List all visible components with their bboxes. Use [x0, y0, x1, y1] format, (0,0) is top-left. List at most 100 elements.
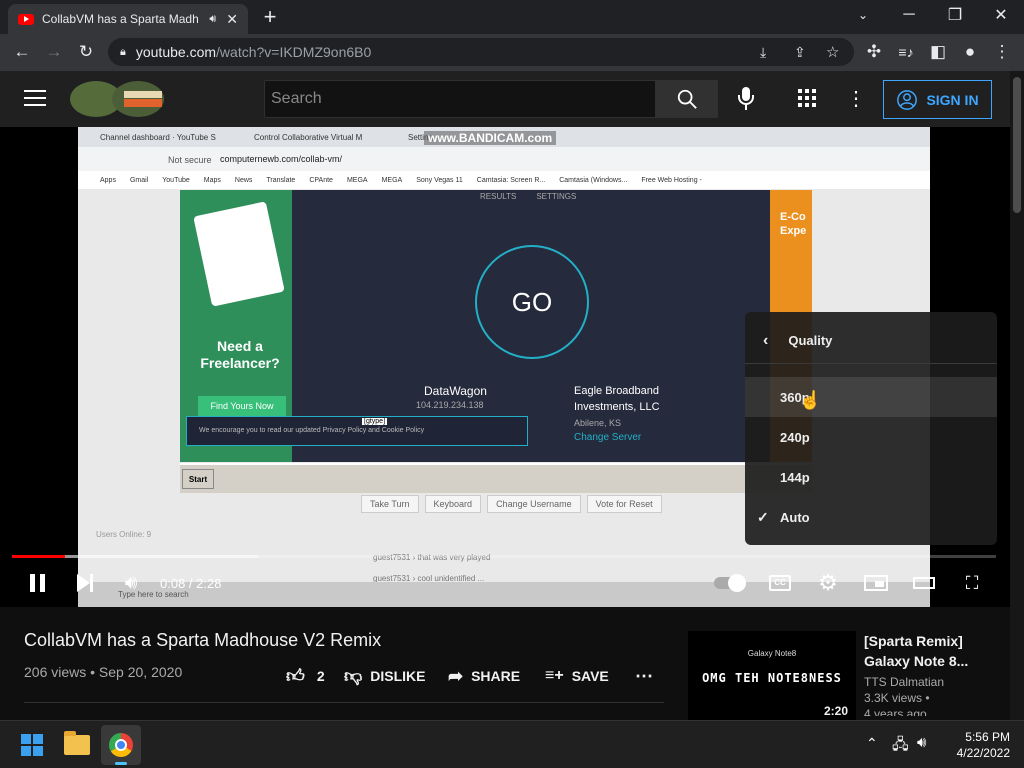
- share-label: SHARE: [471, 668, 521, 684]
- share-button[interactable]: ➦ SHARE: [448, 664, 520, 688]
- extensions-puzzle-icon[interactable]: ✣: [858, 36, 890, 68]
- volume-icon[interactable]: 🔊︎: [118, 570, 144, 596]
- install-app-icon[interactable]: ⤓: [760, 44, 766, 61]
- video-player[interactable]: Channel dashboard · YouTube S Control Co…: [0, 127, 1010, 607]
- clock-time: 5:56 PM: [965, 730, 1010, 744]
- windows-start-icon[interactable]: [21, 734, 43, 756]
- ad-button: Find Yours Now: [198, 396, 286, 416]
- close-window-button[interactable]: ✕: [978, 0, 1024, 30]
- youtube-favicon-icon: [18, 13, 34, 25]
- quality-option-240p[interactable]: 240p: [745, 417, 997, 457]
- quality-option-360p[interactable]: 360p: [745, 377, 997, 417]
- captions-icon[interactable]: CC: [768, 570, 792, 596]
- tab-search-chevron-icon[interactable]: ⌄: [840, 0, 886, 30]
- pause-button[interactable]: [24, 570, 50, 596]
- file-explorer-icon[interactable]: [64, 731, 90, 755]
- chrome-menu-icon[interactable]: ⋮: [986, 36, 1018, 68]
- search-button[interactable]: [656, 80, 718, 118]
- account-circle-icon: [897, 89, 918, 110]
- tab-close-icon[interactable]: ✕: [226, 11, 238, 28]
- not-secure-label: Not secure: [168, 155, 212, 165]
- save-button[interactable]: ≡+ SAVE: [545, 664, 609, 688]
- inner-bookmark-item: YouTube: [162, 176, 190, 184]
- recommended-thumbnail[interactable]: Galaxy Note8 OMG TEH NOTE8NESS 2:20: [688, 631, 856, 721]
- recommended-channel: TTS Dalmatian: [864, 675, 945, 689]
- browser-toolbar: ← → ↻ 🔒︎ youtube.com/watch?v=IKDMZ9on6B0…: [0, 34, 1024, 71]
- dislike-button[interactable]: 👎︎ DISLIKE: [344, 664, 426, 688]
- bookmark-star-icon[interactable]: ☆: [826, 43, 839, 61]
- url-host: youtube.com: [135, 44, 217, 60]
- host-ip: 104.219.234.138: [416, 400, 484, 410]
- inner-bookmark-item: Translate: [266, 176, 296, 184]
- keyboard-button: Keyboard: [424, 495, 482, 513]
- quality-option-144p[interactable]: 144p: [745, 457, 997, 497]
- network-icon[interactable]: 🖧︎: [892, 734, 909, 759]
- page-scrollbar[interactable]: [1010, 71, 1024, 720]
- inner-bookmark-item: Free Web Hosting -: [641, 176, 702, 184]
- quality-option-label: 144p: [780, 469, 810, 485]
- profile-avatar-icon[interactable]: ●: [954, 36, 986, 68]
- browser-tab-youtube[interactable]: CollabVM has a Sparta Madh 🔊︎ ✕: [8, 4, 248, 34]
- sign-in-button[interactable]: SIGN IN: [883, 80, 992, 119]
- quality-option-auto[interactable]: ✓ Auto: [745, 497, 997, 537]
- cookie-notice-text: We encourage you to read our updated Pri…: [199, 427, 425, 434]
- recommended-info[interactable]: [Sparta Remix] Galaxy Note 8... TTS Dalm…: [864, 631, 1004, 716]
- reload-icon[interactable]: ↻: [70, 36, 102, 68]
- more-actions-icon[interactable]: ⋯: [635, 664, 653, 688]
- ad-right-text: E-Co Expe: [780, 211, 807, 237]
- fullscreen-icon[interactable]: ⛶: [960, 570, 984, 596]
- collabvm-screen: Need a Freelancer? Find Yours Now RESULT…: [180, 190, 812, 462]
- inner-bookmark-item: Camtasia: Screen R...: [476, 176, 546, 184]
- minimize-button[interactable]: ─: [886, 0, 932, 30]
- quality-option-label: 240p: [780, 429, 810, 445]
- chrome-taskbar-icon[interactable]: [101, 725, 141, 765]
- thumb-caption: OMG TEH NOTE8NESS: [702, 671, 842, 685]
- like-button[interactable]: 👍︎ 2: [286, 664, 325, 688]
- microphone-icon[interactable]: [734, 85, 758, 113]
- quality-option-label: Auto: [780, 509, 810, 525]
- miniplayer-icon[interactable]: [863, 570, 889, 596]
- apps-grid-icon[interactable]: [798, 89, 816, 107]
- channel-logo[interactable]: [68, 79, 164, 119]
- side-panel-icon[interactable]: ◧: [922, 36, 954, 68]
- clock-date: 4/22/2022: [956, 746, 1010, 760]
- search-input[interactable]: Search: [264, 80, 656, 118]
- progress-bar[interactable]: [12, 555, 996, 558]
- media-control-icon[interactable]: ≡♪: [890, 36, 922, 68]
- inner-tabstrip: Channel dashboard · YouTube S Control Co…: [78, 127, 930, 147]
- tooltip-label: [gtype]: [362, 418, 388, 425]
- time-display: 0:08 / 2:28: [160, 575, 222, 591]
- scrollbar-thumb[interactable]: [1013, 77, 1021, 213]
- clock[interactable]: 5:56 PM 4/22/2022: [946, 729, 1010, 761]
- next-button[interactable]: [72, 570, 98, 596]
- restore-button[interactable]: ❐: [932, 0, 978, 30]
- back-arrow-icon[interactable]: ←: [6, 36, 38, 68]
- vote-reset-button: Vote for Reset: [586, 495, 662, 513]
- new-tab-button[interactable]: +: [258, 4, 282, 30]
- url-path: /watch?v=IKDMZ9on6B0: [216, 44, 372, 60]
- address-bar[interactable]: 🔒︎ youtube.com/watch?v=IKDMZ9on6B0 ⤓ ⇪ ☆: [108, 38, 854, 66]
- inner-bookmark-item: Sony Vegas 11: [416, 176, 463, 184]
- youtube-header: Search ⋮ SIGN IN: [0, 71, 1010, 127]
- browser-tabstrip: CollabVM has a Sparta Madh 🔊︎ ✕ + ⌄ ─ ❐ …: [0, 0, 1024, 34]
- inner-bookmark-item: News: [234, 176, 253, 184]
- bandicam-watermark: www.BANDICAM.com: [424, 131, 557, 145]
- theater-mode-icon[interactable]: [912, 570, 936, 596]
- speaker-icon[interactable]: 🔊︎: [209, 13, 216, 26]
- settings-more-icon[interactable]: ⋮: [846, 86, 866, 110]
- thumbs-down-icon: 👎︎: [344, 666, 363, 686]
- go-button: GO: [475, 245, 589, 359]
- results-tab: RESULTS: [480, 192, 517, 201]
- inner-bookmark-item: Camtasia (Windows...: [559, 176, 628, 184]
- show-hidden-icons-chevron-icon[interactable]: ⌃: [866, 735, 878, 752]
- vm-start-button: Start: [182, 469, 214, 489]
- volume-tray-icon[interactable]: 🔊︎: [917, 734, 926, 751]
- autoplay-toggle[interactable]: [712, 570, 746, 596]
- share-page-icon[interactable]: ⇪: [794, 44, 806, 61]
- settings-gear-icon[interactable]: ⚙: [815, 570, 841, 596]
- quality-back-header[interactable]: ‹ Quality: [745, 318, 997, 364]
- hamburger-menu-icon[interactable]: [24, 87, 46, 109]
- take-turn-button: Take Turn: [361, 495, 419, 513]
- forward-arrow-icon[interactable]: →: [38, 36, 70, 68]
- quality-menu: ‹ Quality 360p 240p 144p ✓ Auto ☝: [745, 312, 997, 545]
